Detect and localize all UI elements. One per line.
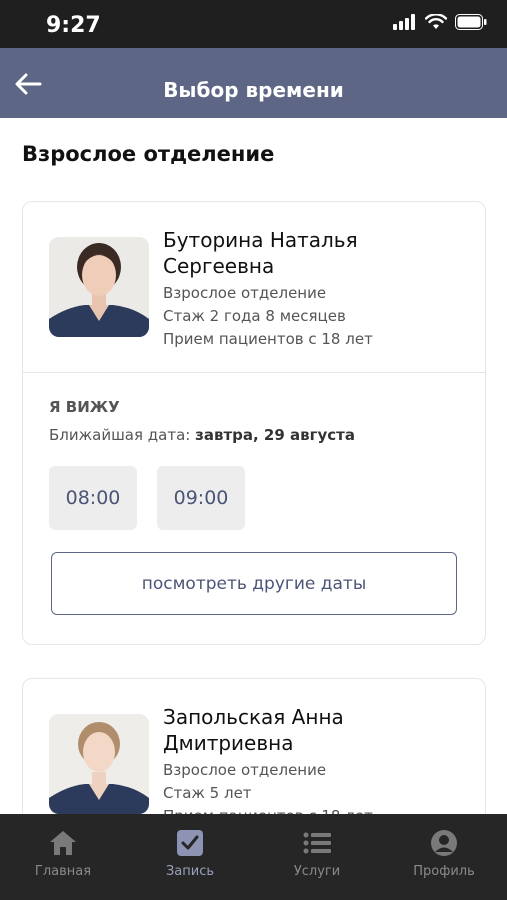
status-icons xyxy=(393,14,487,30)
doctor-card: Буторина Наталья Сергеевна Взрослое отде… xyxy=(22,201,486,645)
page-title: Выбор времени xyxy=(163,78,344,102)
tab-services[interactable]: Услуги xyxy=(254,814,380,900)
status-bar: 9:27 xyxy=(0,0,507,48)
doctor-photo xyxy=(49,714,149,814)
divider xyxy=(23,372,485,373)
tab-bar: Главная Запись Услуги Профиль xyxy=(0,814,507,900)
doctor-patients: Прием пациентов с 18 лет xyxy=(163,330,373,348)
status-time: 9:27 xyxy=(46,13,101,38)
section-title: Взрослое отделение xyxy=(22,142,275,166)
doctor-name-line1: Запольская Анна xyxy=(163,705,344,729)
doctor-name-line2: Сергеевна xyxy=(163,254,275,278)
tab-label: Главная xyxy=(34,864,92,879)
doctor-name-line1: Буторина Наталья xyxy=(163,228,358,252)
home-icon xyxy=(50,831,76,855)
list-icon xyxy=(303,832,331,854)
nearest-date: Ближайшая дата: завтра, 29 августа xyxy=(49,426,355,444)
tab-booking[interactable]: Запись xyxy=(127,814,253,900)
doctor-patients: Прием пациентов с 18 лет xyxy=(163,805,473,814)
doctor-department: Взрослое отделение xyxy=(163,761,327,779)
main-content: Взрослое отделение Буторина Наталья Серг… xyxy=(0,118,507,814)
other-dates-button[interactable]: посмотреть другие даты xyxy=(51,552,457,615)
nearest-date-label: Ближайшая дата: xyxy=(49,426,196,444)
battery-icon xyxy=(455,14,487,30)
doctor-experience: Стаж 2 года 8 месяцев xyxy=(163,307,346,325)
doctor-name-line2: Дмитриевна xyxy=(163,731,294,755)
doctor-info: Буторина Наталья Сергеевна Взрослое отде… xyxy=(163,227,473,351)
tab-label: Услуги xyxy=(293,864,341,879)
doctor-photo xyxy=(49,237,149,337)
doctor-card: Запольская Анна Дмитриевна Взрослое отде… xyxy=(22,678,486,814)
tab-label: Профиль xyxy=(413,864,475,879)
nav-bar: Выбор времени xyxy=(0,48,507,118)
tab-home[interactable]: Главная xyxy=(0,814,126,900)
time-slot[interactable]: 08:00 xyxy=(49,466,137,530)
doctor-department: Взрослое отделение xyxy=(163,284,327,302)
checkbox-icon xyxy=(177,830,203,856)
doctor-experience: Стаж 5 лет xyxy=(163,784,252,802)
tab-label: Запись xyxy=(165,864,215,879)
doctor-info: Запольская Анна Дмитриевна Взрослое отде… xyxy=(163,704,473,814)
nearest-date-value: завтра, 29 августа xyxy=(195,426,355,444)
profile-icon xyxy=(431,830,457,856)
time-slot[interactable]: 09:00 xyxy=(157,466,245,530)
wifi-icon xyxy=(425,14,447,29)
clinic-name: Я ВИЖУ xyxy=(49,398,120,416)
signal-icon xyxy=(393,14,415,30)
tab-profile[interactable]: Профиль xyxy=(381,814,507,900)
